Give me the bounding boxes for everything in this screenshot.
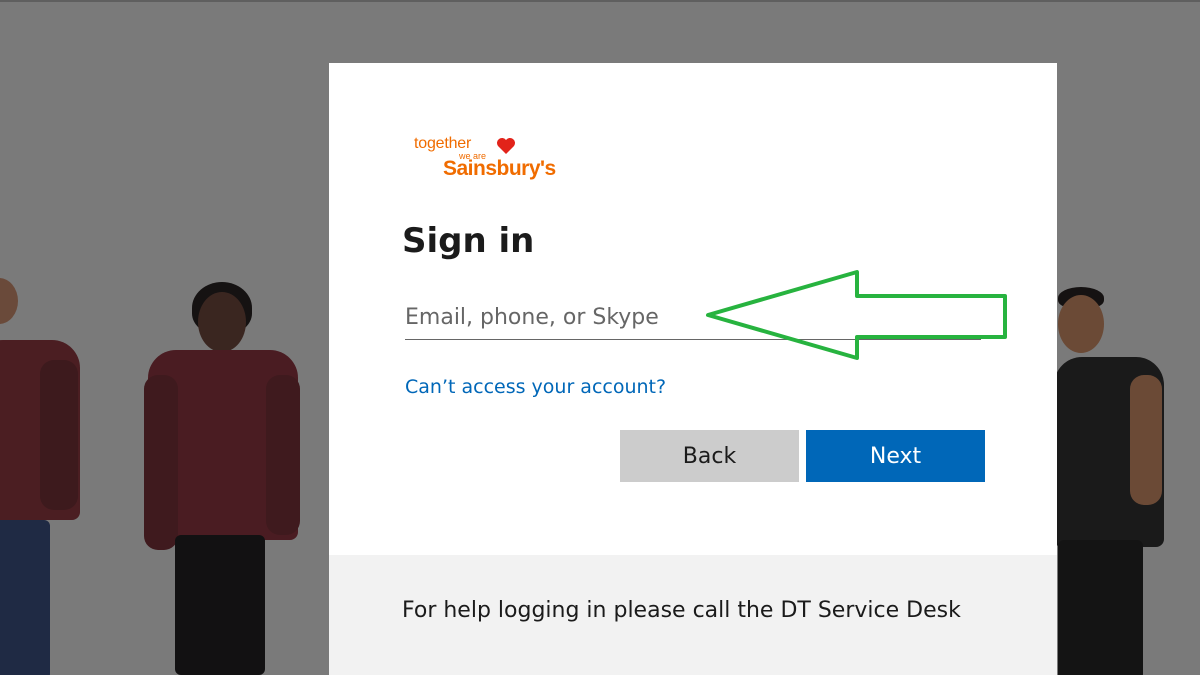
arrow-annotation (706, 270, 1007, 360)
